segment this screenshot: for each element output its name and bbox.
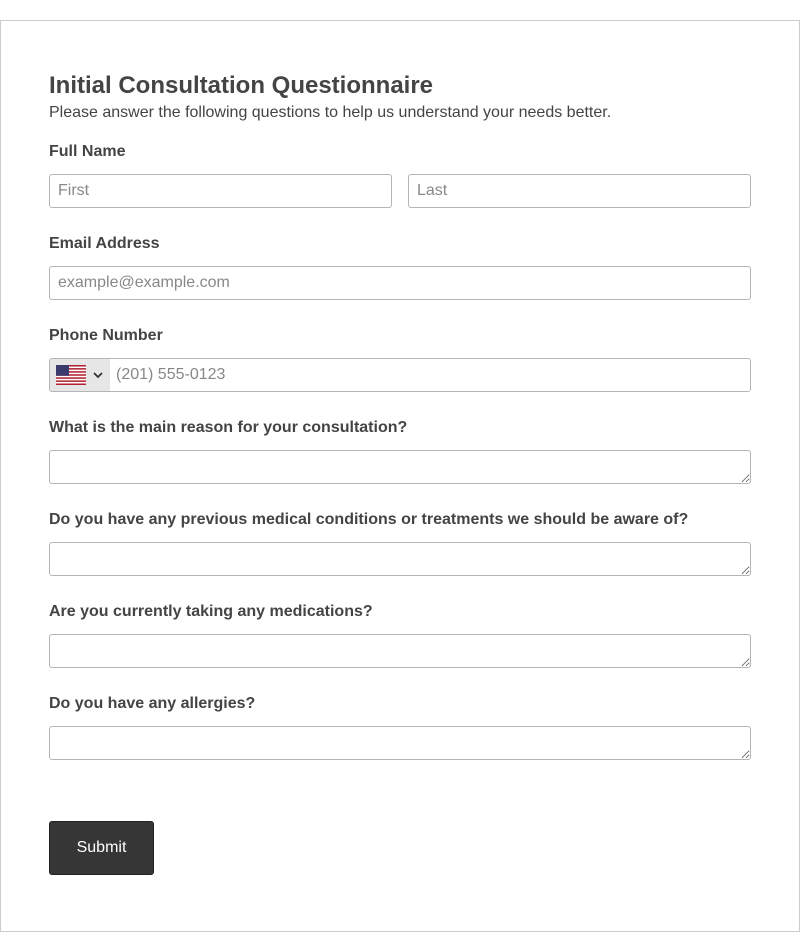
reason-row <box>49 450 751 484</box>
email-field: Email Address <box>49 234 751 300</box>
country-code-select[interactable] <box>50 359 110 391</box>
conditions-textarea[interactable] <box>49 542 751 576</box>
allergies-label: Do you have any allergies? <box>49 695 256 712</box>
conditions-field: Do you have any previous medical conditi… <box>49 510 751 576</box>
full-name-label: Full Name <box>49 143 126 160</box>
medications-row <box>49 634 751 668</box>
email-row <box>49 266 751 300</box>
reason-field: What is the main reason for your consult… <box>49 418 751 484</box>
conditions-label: Do you have any previous medical conditi… <box>49 511 689 528</box>
full-name-row <box>49 174 751 208</box>
chevron-down-icon <box>93 372 103 379</box>
phone-input-group <box>49 358 751 392</box>
phone-input[interactable] <box>110 359 750 391</box>
allergies-textarea[interactable] <box>49 726 751 760</box>
first-name-input[interactable] <box>49 174 392 208</box>
phone-field: Phone Number <box>49 326 751 392</box>
form-subtitle: Please answer the following questions to… <box>49 104 612 121</box>
last-name-input[interactable] <box>408 174 751 208</box>
form-card: Initial Consultation Questionnaire Pleas… <box>0 20 800 932</box>
medications-label: Are you currently taking any medications… <box>49 603 373 620</box>
medications-textarea[interactable] <box>49 634 751 668</box>
email-label: Email Address <box>49 235 160 252</box>
medications-field: Are you currently taking any medications… <box>49 602 751 668</box>
conditions-row <box>49 542 751 576</box>
email-input[interactable] <box>49 266 751 300</box>
allergies-row <box>49 726 751 760</box>
form-title: Initial Consultation Questionnaire <box>49 72 434 99</box>
full-name-field: Full Name <box>49 142 751 208</box>
phone-row <box>49 358 751 392</box>
form-body: Initial Consultation Questionnaire Pleas… <box>49 71 751 760</box>
submit-button[interactable]: Submit <box>49 821 154 875</box>
reason-textarea[interactable] <box>49 450 751 484</box>
us-flag-icon <box>56 365 86 385</box>
phone-label: Phone Number <box>49 327 163 344</box>
allergies-field: Do you have any allergies? <box>49 694 751 760</box>
reason-label: What is the main reason for your consult… <box>49 419 408 436</box>
